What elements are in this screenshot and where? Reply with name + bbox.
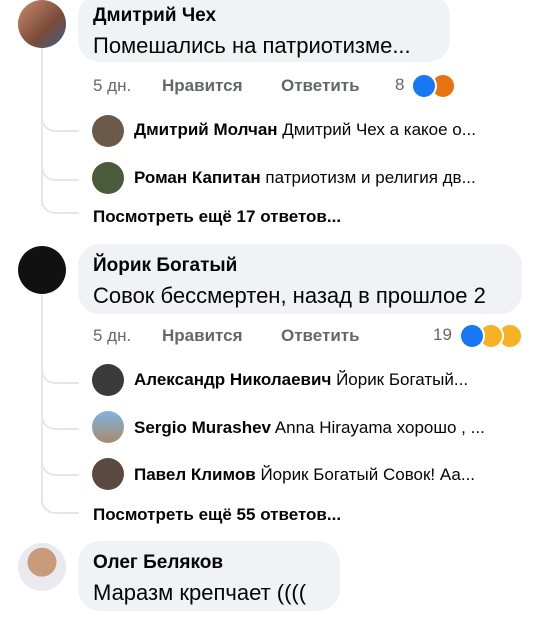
thread-line	[41, 295, 43, 505]
comment-author[interactable]: Йорик Богатый	[93, 255, 237, 277]
reply-branch	[41, 406, 79, 430]
reply-item[interactable]: Sergio Murashev Anna Hirayama хорошо , .…	[134, 418, 540, 438]
reply-button[interactable]: Ответить	[281, 326, 360, 346]
avatar[interactable]	[92, 115, 124, 147]
like-button[interactable]: Нравится	[162, 326, 243, 346]
reactions-count[interactable]: 8	[395, 75, 404, 95]
comment-text: Совок бессмертен, назад в прошлое 2	[93, 283, 486, 308]
comment-author[interactable]: Дмитрий Чех	[93, 5, 216, 27]
reply-branch	[41, 157, 79, 181]
like-button[interactable]: Нравится	[162, 76, 243, 96]
reply-item[interactable]: Дмитрий Молчан Дмитрий Чех а какое о...	[134, 120, 540, 140]
reply-item[interactable]: Александр Николаевич Йорик Богатый...	[134, 370, 540, 390]
avatar[interactable]	[92, 411, 124, 443]
view-more-replies[interactable]: Посмотреть ещё 17 ответов...	[93, 207, 341, 227]
comment-text: Маразм крепчает ((((	[93, 580, 307, 605]
comment-text: Помешались на патриотизме...	[93, 33, 411, 58]
reply-branch	[41, 360, 79, 384]
comment-time[interactable]: 5 дн.	[93, 76, 131, 96]
reply-item[interactable]: Павел Климов Йорик Богатый Совок! Аа...	[134, 465, 540, 485]
avatar[interactable]	[18, 246, 66, 294]
avatar[interactable]	[18, 543, 66, 591]
reply-item[interactable]: Роман Капитан патриотизм и религия дв...	[134, 168, 540, 188]
view-more-replies[interactable]: Посмотреть ещё 55 ответов...	[93, 505, 341, 525]
reply-branch	[41, 490, 79, 514]
like-reaction-icon	[411, 73, 437, 99]
avatar[interactable]	[92, 162, 124, 194]
reply-branch	[41, 452, 79, 476]
reply-branch	[41, 108, 79, 132]
avatar[interactable]	[92, 458, 124, 490]
reply-branch	[41, 190, 79, 214]
like-reaction-icon	[459, 323, 485, 349]
comment-time[interactable]: 5 дн.	[93, 326, 131, 346]
avatar[interactable]	[18, 0, 66, 48]
reactions-count[interactable]: 19	[433, 325, 452, 345]
reply-button[interactable]: Ответить	[281, 76, 360, 96]
avatar[interactable]	[92, 364, 124, 396]
comment-author[interactable]: Олег Беляков	[93, 552, 223, 574]
